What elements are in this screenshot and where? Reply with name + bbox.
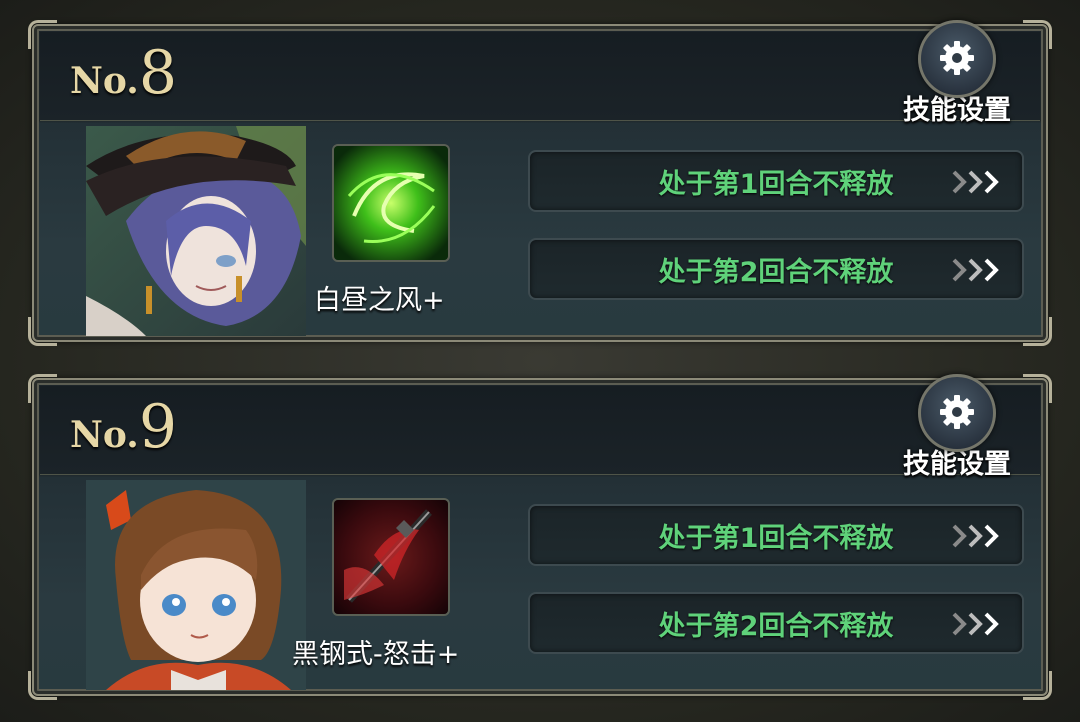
skill-settings-button[interactable]: 技能设置 bbox=[892, 20, 1022, 126]
triple-chevron-right-icon[interactable] bbox=[950, 610, 1006, 642]
triple-chevron-right-icon[interactable] bbox=[950, 256, 1006, 288]
action-label[interactable]: 处于第2回合不释放 bbox=[530, 240, 942, 298]
skill-settings-button[interactable]: 技能设置 bbox=[892, 374, 1022, 480]
slot-number: No.9 bbox=[70, 392, 177, 462]
skill-name: 白昼之风+ bbox=[314, 285, 445, 316]
character-card-8: No.8 技能设置 白昼之风+ 处于第1回合不释放 处于第2回合不释放 bbox=[28, 20, 1052, 346]
card-header bbox=[40, 32, 1040, 121]
slot-number-prefix: No. bbox=[70, 60, 139, 102]
skill-icon-blade[interactable] bbox=[332, 498, 450, 616]
gear-icon[interactable] bbox=[918, 20, 996, 98]
slot-number-prefix: No. bbox=[70, 414, 139, 456]
action-label[interactable]: 处于第1回合不释放 bbox=[530, 152, 942, 210]
action-round-1-no-cast[interactable]: 处于第1回合不释放 bbox=[528, 504, 1024, 566]
gear-icon[interactable] bbox=[918, 374, 996, 452]
action-label[interactable]: 处于第2回合不释放 bbox=[530, 594, 942, 652]
action-round-2-no-cast[interactable]: 处于第2回合不释放 bbox=[528, 238, 1024, 300]
action-round-1-no-cast[interactable]: 处于第1回合不释放 bbox=[528, 150, 1024, 212]
slot-number: No.8 bbox=[70, 38, 177, 108]
skill-icon-wind[interactable] bbox=[332, 144, 450, 262]
skill-name: 黑钢式-怒击+ bbox=[292, 639, 460, 670]
triple-chevron-right-icon[interactable] bbox=[950, 168, 1006, 200]
triple-chevron-right-icon[interactable] bbox=[950, 522, 1006, 554]
action-label[interactable]: 处于第1回合不释放 bbox=[530, 506, 942, 564]
character-portrait bbox=[86, 480, 306, 690]
action-round-2-no-cast[interactable]: 处于第2回合不释放 bbox=[528, 592, 1024, 654]
slot-number-value: 8 bbox=[138, 38, 178, 108]
character-card-9: No.9 技能设置 黑钢式-怒击+ 处于第1回合不释放 处于第2回合不释放 bbox=[28, 374, 1052, 700]
card-header bbox=[40, 386, 1040, 475]
slot-number-value: 9 bbox=[138, 392, 178, 462]
character-portrait bbox=[86, 126, 306, 336]
skill-settings-screen: No.8 技能设置 白昼之风+ 处于第1回合不释放 处于第2回合不释放 No.9… bbox=[0, 0, 1080, 722]
